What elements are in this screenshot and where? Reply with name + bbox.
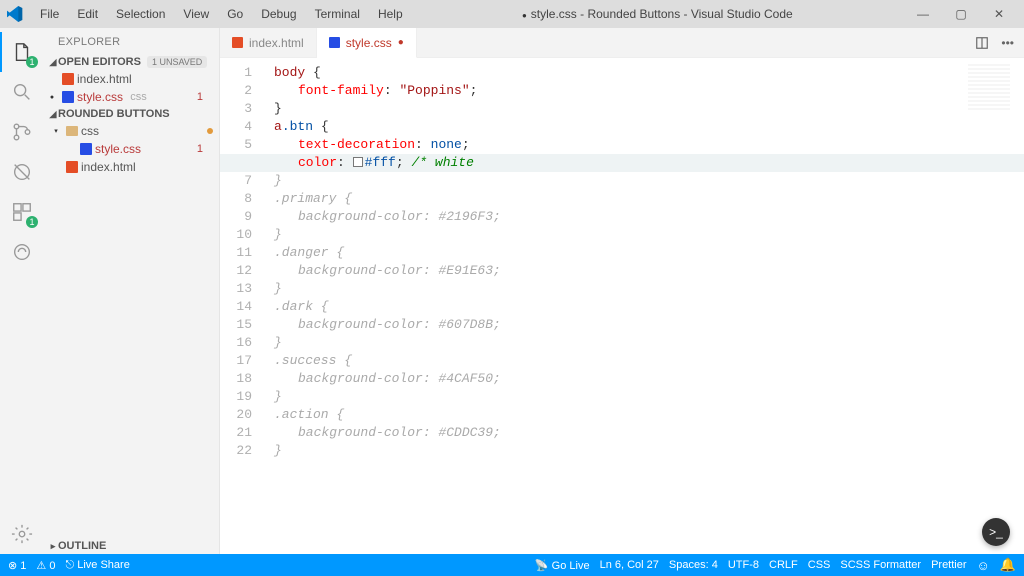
menu-terminal[interactable]: Terminal bbox=[307, 3, 368, 25]
menu-file[interactable]: File bbox=[32, 3, 67, 25]
activity-bar: 1 1 bbox=[0, 28, 44, 554]
code-line[interactable]: } bbox=[274, 442, 1024, 460]
file-item[interactable]: style.css1 bbox=[44, 140, 219, 158]
menu-debug[interactable]: Debug bbox=[253, 3, 304, 25]
maximize-button[interactable]: ▢ bbox=[942, 7, 980, 21]
editor-tabs: index.htmlstyle.css● ••• bbox=[220, 28, 1024, 58]
code-line[interactable]: .danger { bbox=[274, 244, 1024, 262]
code-line[interactable]: .primary { bbox=[274, 190, 1024, 208]
more-actions-icon[interactable]: ••• bbox=[1001, 36, 1014, 50]
status-formatter[interactable]: SCSS Formatter bbox=[840, 559, 921, 571]
code-line[interactable]: text-decoration: none; bbox=[274, 136, 1024, 154]
code-line[interactable]: } bbox=[274, 334, 1024, 352]
status-liveshare[interactable]: ⎋ Live Share bbox=[65, 559, 129, 572]
code-line[interactable]: background-color: #CDDC39; bbox=[274, 424, 1024, 442]
status-encoding[interactable]: UTF-8 bbox=[728, 559, 759, 571]
window-title: style.css - Rounded Buttons - Visual Stu… bbox=[411, 7, 904, 21]
menu-go[interactable]: Go bbox=[219, 3, 251, 25]
status-golive[interactable]: 📡 Go Live bbox=[535, 559, 590, 572]
code-line[interactable]: font-family: "Poppins"; bbox=[274, 82, 1024, 100]
status-feedback-icon[interactable]: ☺ bbox=[977, 558, 990, 573]
status-bell-icon[interactable]: 🔔 bbox=[1000, 557, 1016, 573]
window-controls: — ▢ ✕ bbox=[904, 7, 1018, 21]
status-eol[interactable]: CRLF bbox=[769, 559, 798, 571]
code-line[interactable]: .dark { bbox=[274, 298, 1024, 316]
code-line[interactable]: body { bbox=[274, 64, 1024, 82]
code-line[interactable]: } bbox=[274, 388, 1024, 406]
debug-icon[interactable] bbox=[0, 152, 44, 192]
vscode-logo-icon bbox=[6, 5, 24, 23]
workspace-header[interactable]: ◢ ROUNDED BUTTONS bbox=[44, 106, 219, 122]
workspace-tree: ▾cssstyle.css1index.html bbox=[44, 122, 219, 176]
unsaved-pill: 1 UNSAVED bbox=[147, 56, 207, 68]
code-editor[interactable]: 12345678910111213141516171819202122 body… bbox=[220, 58, 1024, 554]
explorer-sidebar: EXPLORER ◢ OPEN EDITORS 1 UNSAVED index.… bbox=[44, 28, 220, 554]
tab-index-html[interactable]: index.html bbox=[220, 28, 317, 57]
status-cursor[interactable]: Ln 6, Col 27 bbox=[600, 559, 659, 571]
code-line[interactable]: } bbox=[274, 172, 1024, 190]
status-lang[interactable]: CSS bbox=[808, 559, 831, 571]
status-warnings[interactable]: ⚠ 0 bbox=[36, 559, 55, 572]
open-editor-item[interactable]: index.html bbox=[44, 70, 219, 88]
open-editor-item[interactable]: ●style.csscss1 bbox=[44, 88, 219, 106]
explorer-title: EXPLORER bbox=[44, 28, 219, 54]
open-editors-list: index.html●style.csscss1 bbox=[44, 70, 219, 106]
settings-gear-icon[interactable] bbox=[0, 514, 44, 554]
modified-dot-icon bbox=[207, 128, 213, 134]
titlebar: FileEditSelectionViewGoDebugTerminalHelp… bbox=[0, 0, 1024, 28]
tab-style-css[interactable]: style.css● bbox=[317, 28, 417, 58]
menu-view[interactable]: View bbox=[175, 3, 217, 25]
terminal-fab-icon[interactable]: >_ bbox=[982, 518, 1010, 546]
source-control-icon[interactable] bbox=[0, 112, 44, 152]
code-line[interactable]: background-color: #E91E63; bbox=[274, 262, 1024, 280]
search-icon[interactable] bbox=[0, 72, 44, 112]
chevron-right-icon: ▸ bbox=[48, 541, 58, 552]
code-line[interactable]: } bbox=[274, 226, 1024, 244]
close-button[interactable]: ✕ bbox=[980, 7, 1018, 21]
split-editor-icon[interactable] bbox=[975, 36, 989, 50]
menu-selection[interactable]: Selection bbox=[108, 3, 173, 25]
code-line[interactable]: background-color: #607D8B; bbox=[274, 316, 1024, 334]
code-line[interactable]: a.btn { bbox=[274, 118, 1024, 136]
menu-edit[interactable]: Edit bbox=[69, 3, 106, 25]
extensions-badge: 1 bbox=[26, 216, 38, 228]
code-line[interactable]: background-color: #2196F3; bbox=[274, 208, 1024, 226]
status-bar: ⊗ 1 ⚠ 0 ⎋ Live Share 📡 Go Live Ln 6, Col… bbox=[0, 554, 1024, 576]
code-line[interactable]: background-color: #4CAF50; bbox=[274, 370, 1024, 388]
minimize-button[interactable]: — bbox=[904, 7, 942, 21]
liveshare-icon[interactable] bbox=[0, 232, 44, 272]
line-gutter: 12345678910111213141516171819202122 bbox=[220, 64, 266, 460]
menu-bar: FileEditSelectionViewGoDebugTerminalHelp bbox=[32, 3, 411, 25]
status-prettier[interactable]: Prettier bbox=[931, 559, 966, 571]
folder-item[interactable]: ▾css bbox=[44, 122, 219, 140]
file-item[interactable]: index.html bbox=[44, 158, 219, 176]
chevron-down-icon: ◢ bbox=[48, 109, 58, 120]
extensions-icon[interactable]: 1 bbox=[0, 192, 44, 232]
code-line[interactable]: color: #fff; /* white bbox=[220, 154, 1024, 172]
minimap[interactable] bbox=[968, 64, 1010, 112]
code-line[interactable]: } bbox=[274, 100, 1024, 118]
code-content[interactable]: body {font-family: "Poppins";}a.btn {tex… bbox=[274, 64, 1024, 460]
chevron-down-icon: ◢ bbox=[48, 57, 58, 68]
status-errors[interactable]: ⊗ 1 bbox=[8, 559, 26, 572]
code-line[interactable]: .action { bbox=[274, 406, 1024, 424]
code-line[interactable]: .success { bbox=[274, 352, 1024, 370]
explorer-icon[interactable]: 1 bbox=[0, 32, 44, 72]
menu-help[interactable]: Help bbox=[370, 3, 411, 25]
explorer-badge: 1 bbox=[26, 56, 38, 68]
outline-header[interactable]: ▸ OUTLINE bbox=[44, 538, 219, 554]
code-line[interactable]: } bbox=[274, 280, 1024, 298]
modified-dot-icon bbox=[522, 7, 531, 21]
open-editors-header[interactable]: ◢ OPEN EDITORS 1 UNSAVED bbox=[44, 54, 219, 70]
status-spaces[interactable]: Spaces: 4 bbox=[669, 559, 718, 571]
